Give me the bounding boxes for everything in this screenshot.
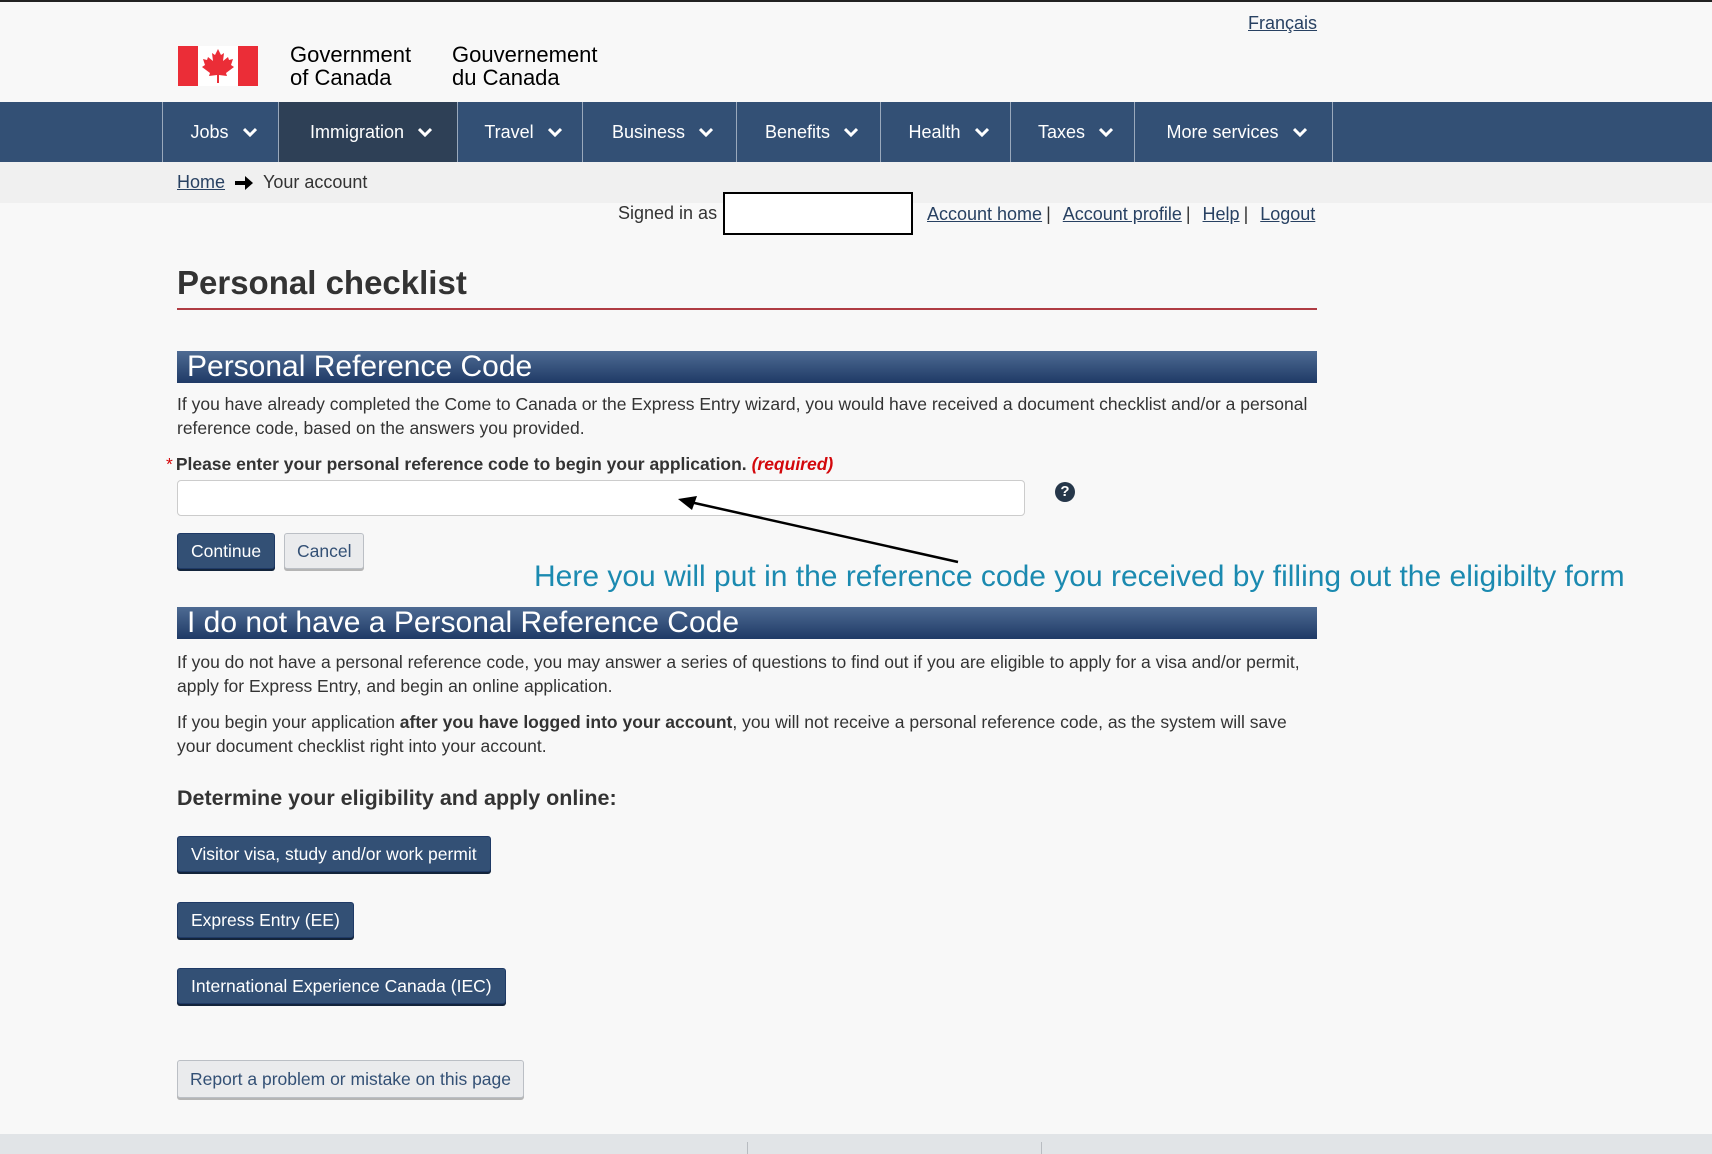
menu-item-more-services[interactable]: More services: [1135, 102, 1333, 162]
signed-in-label: Signed in as: [618, 203, 718, 223]
wordmark-english: Government of Canada: [290, 42, 412, 90]
reference-code-label: * Please enter your personal reference co…: [166, 454, 834, 474]
signed-in-status: Signed in as: [618, 192, 914, 235]
menu-item-health[interactable]: Health: [881, 102, 1011, 162]
menu-item-travel[interactable]: Travel: [458, 102, 583, 162]
chevron-down-icon: [844, 127, 859, 137]
logout-link[interactable]: Logout: [1260, 204, 1315, 225]
continue-button[interactable]: Continue: [177, 533, 276, 569]
chevron-down-icon: [547, 127, 562, 137]
chevron-down-icon: [418, 127, 433, 137]
reference-intro-text: If you have already completed the Come t…: [177, 394, 1308, 438]
no-code-paragraph-1: If you do not have a personal reference …: [177, 652, 1300, 696]
arrow-right-icon: [235, 175, 254, 190]
top-border: [0, 0, 1712, 2]
report-problem-button[interactable]: Report a problem or mistake on this page: [177, 1060, 524, 1098]
account-profile-link[interactable]: Account profile: [1063, 204, 1182, 225]
breadcrumb: Home Your account: [177, 172, 367, 193]
breadcrumb-current: Your account: [263, 172, 368, 192]
question-help-icon[interactable]: ?: [1055, 482, 1075, 502]
reference-code-input[interactable]: [177, 480, 1025, 516]
menu-item-jobs[interactable]: Jobs: [163, 102, 279, 162]
breadcrumb-home-link[interactable]: Home: [177, 172, 225, 193]
menu-item-taxes[interactable]: Taxes: [1011, 102, 1135, 162]
cancel-button[interactable]: Cancel: [284, 533, 365, 569]
visitor-visa-button[interactable]: Visitor visa, study and/or work permit: [177, 836, 491, 872]
menu-item-immigration[interactable]: Immigration: [279, 102, 458, 162]
required-marker: *: [166, 454, 173, 474]
wordmark-french: Gouvernement du Canada: [452, 42, 598, 90]
account-home-link[interactable]: Account home: [927, 204, 1042, 225]
no-code-section-heading: I do not have a Personal Reference Code: [177, 607, 1317, 639]
main-menu: Jobs Immigration Travel Business Benefit…: [162, 102, 1333, 162]
footer-separator: [1041, 1142, 1042, 1154]
footer-strip: [0, 1134, 1712, 1154]
chevron-down-icon: [974, 127, 989, 137]
express-entry-button[interactable]: Express Entry (EE): [177, 902, 354, 938]
language-toggle-link[interactable]: Français: [1248, 13, 1317, 34]
reference-section-heading: Personal Reference Code: [177, 351, 1317, 383]
canada-flag-icon: [178, 46, 258, 86]
eligibility-subheading: Determine your eligibility and apply onl…: [177, 786, 617, 810]
menu-item-benefits[interactable]: Benefits: [737, 102, 881, 162]
chevron-down-icon: [1292, 127, 1307, 137]
chevron-down-icon: [1099, 127, 1114, 137]
no-code-paragraph-2: If you begin your application after you …: [177, 712, 1287, 756]
menu-item-business[interactable]: Business: [583, 102, 737, 162]
account-links: Account home | Account profile | Help | Log…: [927, 204, 1316, 225]
footer-separator: [747, 1142, 748, 1154]
title-divider: [177, 308, 1317, 310]
help-link[interactable]: Help: [1203, 204, 1240, 225]
required-text: (required): [751, 454, 834, 474]
signed-in-username-box: [723, 192, 914, 235]
chevron-down-icon: [699, 127, 714, 137]
chevron-down-icon: [242, 127, 257, 137]
iec-button[interactable]: International Experience Canada (IEC): [177, 968, 506, 1004]
annotation-text: Here you will put in the reference code …: [534, 560, 1625, 593]
page-title: Personal checklist: [177, 264, 467, 301]
